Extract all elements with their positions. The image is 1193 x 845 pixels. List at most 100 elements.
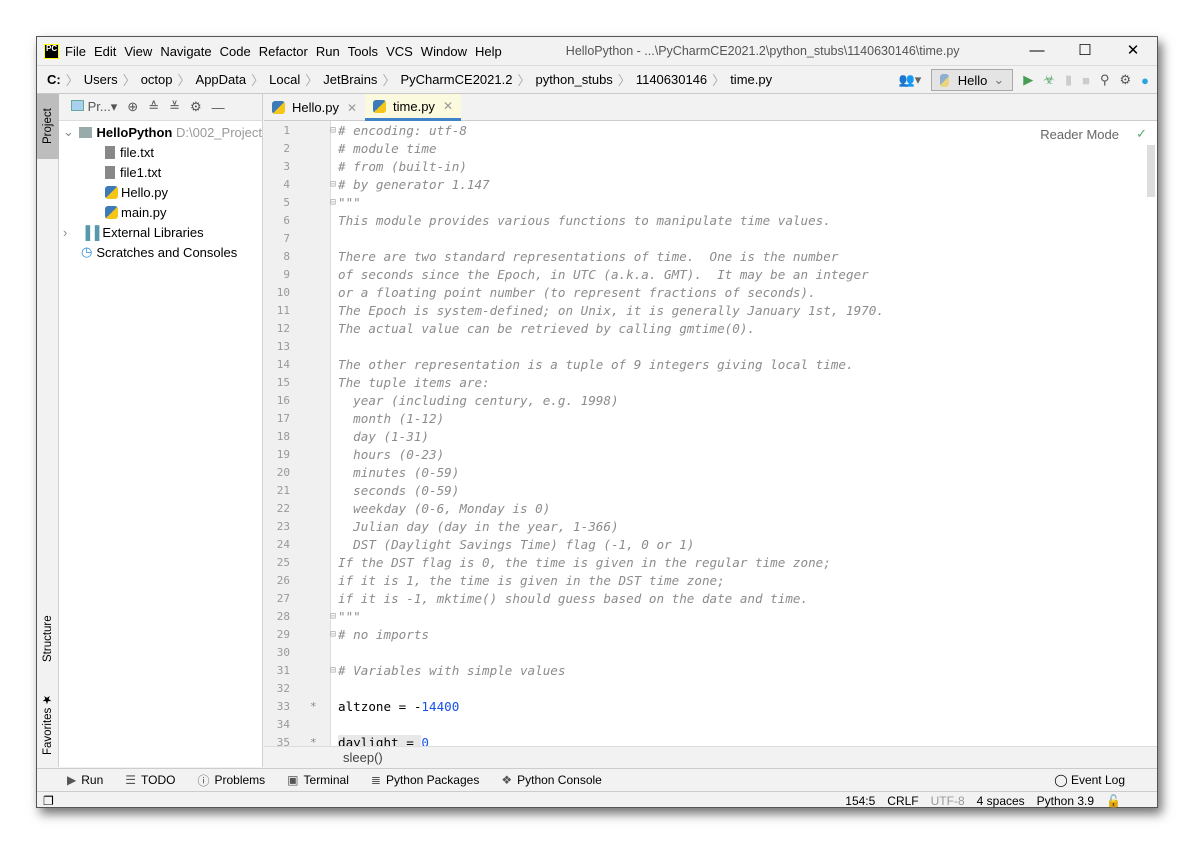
line-number: 32 <box>276 682 290 695</box>
code-line: 23 Julian day (day in the year, 1-366) <box>264 518 1157 536</box>
navigation-bar: C: 〉 Users 〉 octop 〉 AppData 〉 Local 〉 JetBrains 〉 P… <box>37 65 1157 94</box>
tree-item-scratches[interactable]: ◷ Scratches and Consoles <box>59 242 262 262</box>
code-segment: """ <box>338 195 361 210</box>
favorites-tool-tab[interactable]: Favorites ★ <box>37 689 59 759</box>
tool-window-run[interactable]: ▶ Run <box>67 773 103 787</box>
implementation-marker-icon[interactable]: * <box>310 734 317 746</box>
breadcrumb-item[interactable]: JetBrains <box>323 72 377 87</box>
fold-marker-icon[interactable]: ⊟ <box>330 122 336 140</box>
breadcrumb-item[interactable]: AppData <box>196 72 247 87</box>
menu-navigate[interactable]: Navigate <box>160 44 211 59</box>
toggle-tool-windows-icon[interactable]: ❐ <box>43 794 54 808</box>
tool-window-terminal[interactable]: ▣ Terminal <box>287 773 349 787</box>
menu-code[interactable]: Code <box>220 44 251 59</box>
fold-marker-icon[interactable]: ⊟ <box>330 608 336 626</box>
search-icon[interactable]: ⚲ <box>1100 72 1110 88</box>
line-number: 3 <box>283 160 290 173</box>
line-number: 1 <box>283 124 290 137</box>
text-file-icon <box>105 145 115 159</box>
debug-icon[interactable]: ☣ <box>1043 72 1055 88</box>
project-tool-tab[interactable]: Project <box>37 94 59 159</box>
structure-tool-tab[interactable]: Structure <box>37 604 59 674</box>
caret-position[interactable]: 154:5 <box>845 794 875 808</box>
run-icon[interactable]: ▶ <box>1023 72 1033 88</box>
code-breadcrumb[interactable]: sleep() <box>264 746 1157 768</box>
tool-window-todo[interactable]: ☰ TODO <box>125 773 175 787</box>
menu-vcs[interactable]: VCS <box>386 44 413 59</box>
menu-window[interactable]: Window <box>421 44 467 59</box>
code-segment: if it is 1, the time is given in the DST… <box>338 573 725 588</box>
code-line: 28 ⊟ """ <box>264 608 1157 626</box>
collapse-all-icon[interactable]: ≚ <box>169 99 180 115</box>
tree-item-file[interactable]: main.py <box>59 202 262 222</box>
minimize-button[interactable]: — <box>1013 37 1061 65</box>
code-line: 21 seconds (0-59) <box>264 482 1157 500</box>
menu-refactor[interactable]: Refactor <box>259 44 308 59</box>
code-segment: month (1-12) <box>338 411 445 426</box>
project-view-dropdown[interactable]: Pr...▾ <box>71 99 117 115</box>
gear-icon[interactable]: ⚙ <box>190 99 202 115</box>
breadcrumb-item[interactable]: Local <box>269 72 300 87</box>
fold-marker-icon[interactable]: ⊟ <box>330 662 336 680</box>
fold-marker-icon[interactable]: ⊟ <box>330 626 336 644</box>
fold-marker-icon[interactable]: ⊟ <box>330 176 336 194</box>
tab-time-py[interactable]: time.py ✕ <box>365 94 461 121</box>
event-log-button[interactable]: ◯ Event Log <box>1054 773 1125 787</box>
stop-icon[interactable]: ■ <box>1082 73 1090 88</box>
tree-item-root[interactable]: ⌄ HelloPython D:\002_Project <box>59 122 262 142</box>
breadcrumb-item[interactable]: octop <box>141 72 173 87</box>
file-encoding[interactable]: UTF-8 <box>931 794 965 808</box>
tree-item-file[interactable]: file1.txt <box>59 162 262 182</box>
code-with-me-icon[interactable]: ● <box>1141 73 1149 88</box>
breadcrumb-item[interactable]: 1140630146 <box>636 72 707 87</box>
expand-all-icon[interactable]: ≙ <box>148 99 159 115</box>
maximize-button[interactable]: ☐ <box>1061 37 1109 65</box>
breadcrumb-item[interactable]: C: <box>47 72 61 87</box>
breadcrumb-item[interactable]: Users <box>84 72 118 87</box>
menu-help[interactable]: Help <box>475 44 502 59</box>
tool-window-python-console[interactable]: ❖ Python Console <box>501 773 602 787</box>
tree-item-file[interactable]: file.txt <box>59 142 262 162</box>
tool-window-python-packages[interactable]: ≣ Python Packages <box>371 773 479 787</box>
menu-tools[interactable]: Tools <box>348 44 378 59</box>
code-editor[interactable]: Reader Mode ✓ 1 ⊟ # encoding: utf-8 2 # modu… <box>264 121 1157 746</box>
tab-Hello-py[interactable]: Hello.py ✕ <box>264 94 365 121</box>
code-text: """ <box>338 608 361 626</box>
menu-edit[interactable]: Edit <box>94 44 116 59</box>
python-icon <box>940 73 949 87</box>
user-icon[interactable]: 👥▾ <box>899 72 922 88</box>
locate-icon[interactable]: ⊕ <box>127 99 138 115</box>
tree-item-external-libraries[interactable]: › ▐▐ External Libraries <box>59 222 262 242</box>
tool-window-problems[interactable]: ⓘ Problems <box>197 772 265 789</box>
code-line: 29 ⊟ # no imports <box>264 626 1157 644</box>
implementation-marker-icon[interactable]: * <box>310 698 317 716</box>
code-line: 19 hours (0-23) <box>264 446 1157 464</box>
menu-file[interactable]: File <box>65 44 86 59</box>
breadcrumb-item[interactable]: time.py <box>730 72 772 87</box>
code-line: 9 of seconds since the Epoch, in UTC (a.k… <box>264 266 1157 284</box>
run-config-dropdown[interactable]: Hello ⌄ <box>931 69 1014 91</box>
line-number: 16 <box>276 394 290 407</box>
breadcrumb-item[interactable]: PyCharmCE2021.2 <box>400 72 512 87</box>
code-text: minutes (0-59) <box>338 464 459 482</box>
close-tab-icon[interactable]: ✕ <box>347 101 357 115</box>
tool-icon: ▶ <box>67 773 77 787</box>
hide-icon[interactable]: — <box>212 100 225 115</box>
tree-item-file[interactable]: Hello.py <box>59 182 262 202</box>
line-number: 15 <box>276 376 290 389</box>
code-text: hours (0-23) <box>338 446 444 464</box>
close-tab-icon[interactable]: ✕ <box>443 99 453 113</box>
menu-run[interactable]: Run <box>316 44 340 59</box>
indent-setting[interactable]: 4 spaces <box>977 794 1025 808</box>
interpreter[interactable]: Python 3.9 <box>1037 794 1094 808</box>
tool-window-bar: ▶ Run ☰ TODO ⓘ Problems ▣ Terminal ≣ Python Packa… <box>37 768 1157 791</box>
coverage-icon[interactable]: ▮ <box>1065 72 1072 88</box>
tool-icon: ≣ <box>370 773 381 787</box>
close-button[interactable]: ✕ <box>1109 37 1157 65</box>
line-separator[interactable]: CRLF <box>887 794 918 808</box>
lock-icon[interactable]: 🔓 <box>1106 794 1121 808</box>
menu-view[interactable]: View <box>124 44 152 59</box>
gear-icon[interactable]: ⚙ <box>1119 72 1131 88</box>
fold-marker-icon[interactable]: ⊟ <box>330 194 336 212</box>
breadcrumb-item[interactable]: python_stubs <box>535 72 612 87</box>
